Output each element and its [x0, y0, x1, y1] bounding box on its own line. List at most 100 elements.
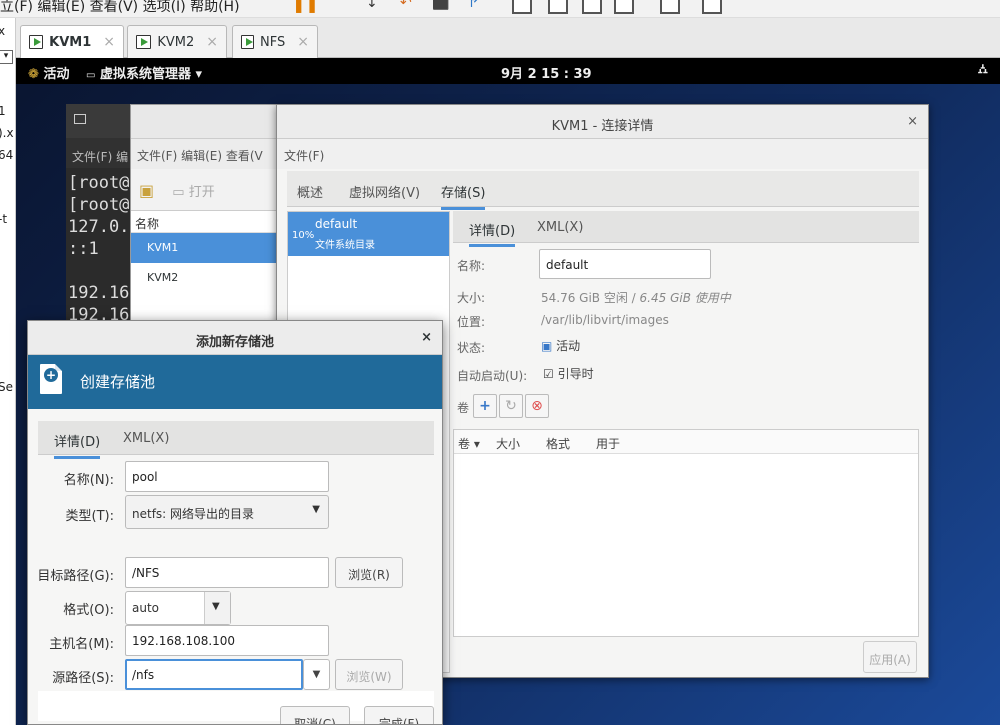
volumes-label: 卷: [457, 401, 470, 415]
pool-name-field[interactable]: default: [539, 249, 711, 279]
tab-kvm1[interactable]: KVM1 ×: [20, 25, 124, 58]
source-path-label: 源路径(S):: [52, 671, 114, 686]
browse-target-button[interactable]: 浏览(R): [335, 557, 403, 588]
cancel-button[interactable]: 取消(C): [280, 706, 350, 724]
host-menu-fragment[interactable]: 立(F) 编辑(E) 查看(V) 选项(I) 帮助(H): [0, 0, 240, 16]
size-value: 54.76 GiB 空闲 / 6.45 GiB 使用中: [541, 289, 731, 306]
detail-tabs: 详情(D) XML(X): [453, 211, 919, 247]
tab-label: NFS: [260, 34, 286, 50]
pool-item[interactable]: 10% default 文件系统目录: [288, 212, 449, 256]
add-volume-button[interactable]: +: [473, 394, 497, 418]
state-value: ▣ 活动: [541, 337, 580, 354]
vmm-titlebar: [131, 105, 279, 139]
source-path-dropdown[interactable]: ▼: [303, 659, 330, 690]
view-fit-icon[interactable]: [614, 0, 634, 14]
source-path-input[interactable]: /nfs: [125, 659, 303, 690]
vmm-menu[interactable]: 文件(F) 编辑(E) 查看(V: [131, 139, 279, 169]
vm-row[interactable]: KVM1: [131, 233, 279, 263]
tab-virtual-networks[interactable]: 虚拟网络(V): [349, 182, 420, 201]
col-size[interactable]: 大小: [496, 435, 520, 452]
chevron-down-icon: ▼: [312, 504, 320, 515]
close-icon[interactable]: ×: [421, 330, 432, 345]
file-menu[interactable]: 文件(F): [277, 139, 928, 169]
host-fragment: Se: [0, 380, 13, 394]
delete-volume-button[interactable]: ⊗: [525, 394, 549, 418]
view-stretch-icon[interactable]: [660, 0, 680, 14]
tab-details[interactable]: 详情(D): [469, 220, 516, 247]
banner-title: 创建存储池: [80, 373, 156, 391]
app-menu[interactable]: ▭ 虚拟系统管理器 ▾: [86, 63, 202, 82]
type-label: 类型(T):: [65, 509, 114, 524]
open-button[interactable]: 打开: [189, 185, 215, 200]
hostname-label: 主机名(M):: [49, 637, 114, 652]
network-icon[interactable]: ⛼: [978, 62, 988, 79]
chevron-down-icon: ▼: [204, 592, 230, 624]
tab-details[interactable]: 详情(D): [54, 431, 101, 459]
format-select[interactable]: auto ▼: [125, 591, 231, 625]
col-format[interactable]: 格式: [546, 435, 570, 452]
state-label: 状态:: [457, 341, 486, 355]
col-used-by[interactable]: 用于: [596, 435, 620, 452]
view-console-icon[interactable]: [582, 0, 602, 14]
vm-icon: [29, 35, 44, 49]
pool-name-input[interactable]: pool: [125, 461, 329, 492]
preferences-icon[interactable]: [702, 0, 722, 14]
host-library-strip: x ▾ 1 ).x 64 -t Se: [0, 18, 16, 725]
state-text: 活动: [556, 339, 581, 353]
pool-name: default: [315, 217, 358, 231]
hostname-input[interactable]: 192.168.108.100: [125, 625, 329, 656]
host-fragment: x: [0, 24, 5, 38]
clock[interactable]: 9月 2 15 : 39: [501, 63, 592, 82]
terminal-icon: [74, 114, 86, 124]
volume-table: 卷 ▾ 大小 格式 用于: [453, 429, 919, 637]
autostart-label: 自动启动(U):: [457, 369, 528, 383]
tab-label: KVM2: [157, 34, 195, 50]
target-path-input[interactable]: /NFS: [125, 557, 329, 588]
host-fragment: -t: [0, 212, 8, 226]
tab-xml[interactable]: XML(X): [123, 431, 169, 446]
pool-type-select[interactable]: netfs: 网络导出的目录 ▼: [125, 495, 329, 529]
conn-tabs: 概述 虚拟网络(V) 存储(S): [287, 171, 919, 210]
host-fragment: 64: [0, 148, 14, 162]
manage-snapshot-icon[interactable]: ↱: [468, 0, 480, 11]
apply-button[interactable]: 应用(A): [863, 641, 917, 673]
tab-xml[interactable]: XML(X): [537, 220, 583, 235]
view-full-icon[interactable]: [512, 0, 532, 14]
pool-detail-pane: 详情(D) XML(X) 名称: default 大小: 54.76 GiB 空…: [453, 211, 919, 673]
plus-icon: +: [44, 368, 58, 382]
column-header-name[interactable]: 名称: [131, 211, 279, 233]
volume-table-header: 卷 ▾ 大小 格式 用于: [454, 430, 918, 454]
autostart-checkbox[interactable]: ☑ 引导时: [543, 365, 594, 382]
dropdown-icon[interactable]: ▾: [0, 50, 13, 64]
size-used: 6.45 GiB 使用中: [639, 291, 731, 305]
send-key-icon[interactable]: ↓: [366, 0, 378, 11]
new-vm-icon[interactable]: ▣: [139, 181, 154, 200]
tab-storage[interactable]: 存储(S): [441, 182, 486, 210]
tab-overview[interactable]: 概述: [297, 182, 323, 201]
vm-row[interactable]: KVM2: [131, 263, 279, 293]
format-value: auto: [132, 601, 160, 615]
tab-kvm2[interactable]: KVM2 ×: [127, 25, 227, 58]
dialog-tabs: 详情(D) XML(X): [38, 421, 434, 459]
view-unity-icon[interactable]: [548, 0, 568, 14]
close-icon[interactable]: ×: [206, 34, 218, 50]
snapshot-icon[interactable]: ↶: [400, 0, 412, 11]
location-value: /var/lib/libvirt/images: [541, 313, 669, 327]
finish-button[interactable]: 完成(F): [364, 706, 434, 724]
revert-icon[interactable]: ⬛: [432, 0, 449, 11]
pause-icon[interactable]: ❚❚: [292, 0, 319, 13]
monitor-icon[interactable]: ▭: [172, 185, 184, 200]
refresh-volumes-button[interactable]: ↻: [499, 394, 523, 418]
monitor-icon: ▭: [86, 70, 96, 81]
col-volume[interactable]: 卷 ▾: [458, 435, 480, 452]
close-icon[interactable]: ×: [907, 114, 918, 129]
tab-nfs[interactable]: NFS ×: [232, 25, 318, 58]
checkbox-icon: ☑: [543, 367, 554, 381]
active-icon: ▣: [541, 339, 553, 353]
close-icon[interactable]: ×: [297, 34, 309, 50]
browse-source-button[interactable]: 浏览(W): [335, 659, 403, 690]
close-icon[interactable]: ×: [103, 34, 115, 50]
activities-button[interactable]: ❁ 活动: [28, 63, 69, 82]
size-free: 54.76 GiB 空闲 /: [541, 291, 640, 305]
pool-usage: 10%: [292, 230, 315, 241]
